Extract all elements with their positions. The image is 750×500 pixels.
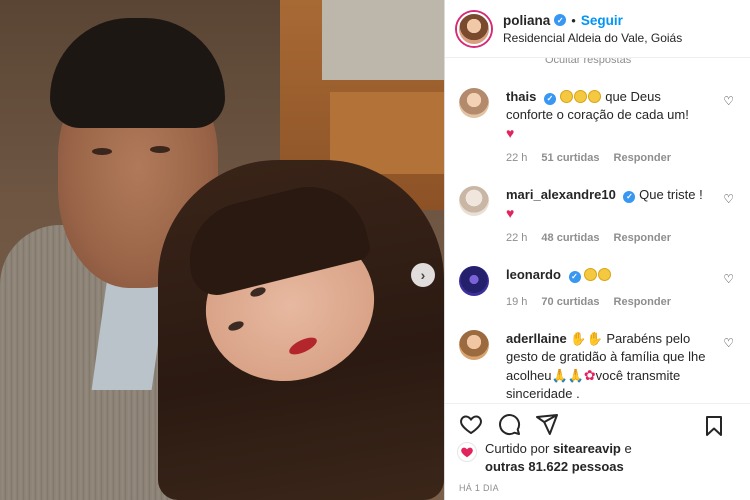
liker-username[interactable]: siteareavip bbox=[553, 441, 621, 456]
comment-username[interactable]: aderllaine bbox=[506, 331, 567, 346]
verified-icon: ✓ bbox=[543, 93, 556, 105]
chevron-right-icon: › bbox=[420, 267, 426, 283]
sad-face-emoji bbox=[598, 268, 612, 281]
comment-avatar[interactable] bbox=[459, 186, 489, 216]
comment-time: 19 h bbox=[506, 296, 528, 308]
comment-item: leonardo ✓ ♡ 19 h 70 curtidas Responder bbox=[459, 266, 744, 316]
likes-prefix: Curtido por bbox=[485, 441, 550, 456]
heart-icon[interactable] bbox=[457, 410, 485, 438]
author-avatar[interactable] bbox=[457, 11, 491, 46]
post-side-panel: poliana ✓ • Seguir Residencial Aldeia do… bbox=[445, 0, 750, 500]
bookmark-icon[interactable] bbox=[700, 412, 728, 440]
comment-meta: 22 h 51 curtidas Responder bbox=[506, 152, 671, 164]
comments-list[interactable]: Ocultar respostas thais ✓ que Deus confo… bbox=[445, 58, 750, 403]
comment-body: thais ✓ que Deus conforte o coração de c… bbox=[506, 88, 711, 143]
sad-face-emoji bbox=[559, 90, 573, 103]
comment-item: thais ✓ que Deus conforte o coração de c… bbox=[459, 88, 744, 168]
comment-avatar[interactable] bbox=[459, 88, 489, 118]
heart-icon[interactable]: ♡ bbox=[723, 192, 734, 206]
broken-heart-emoji: ♥ bbox=[506, 205, 515, 221]
reply-button[interactable]: Responder bbox=[614, 152, 671, 164]
heart-badge-icon bbox=[461, 447, 473, 458]
sad-face-emoji bbox=[587, 90, 601, 103]
comment-avatar[interactable] bbox=[459, 266, 489, 296]
comment-likes[interactable]: 70 curtidas bbox=[541, 296, 599, 308]
header-text: poliana ✓ • Seguir Residencial Aldeia do… bbox=[503, 13, 682, 45]
reply-button[interactable]: Responder bbox=[614, 296, 671, 308]
verified-icon: ✓ bbox=[568, 271, 581, 283]
hide-replies-link[interactable]: Ocultar respostas bbox=[545, 58, 631, 66]
comment-avatar[interactable] bbox=[459, 330, 489, 360]
comment-meta: 19 h 70 curtidas Responder bbox=[506, 296, 671, 308]
comment-body: aderllaine ✋✋ Parabéns pelo gesto de gra… bbox=[506, 330, 711, 403]
comment-likes[interactable]: 51 curtidas bbox=[541, 152, 599, 164]
red-heart-emoji: ♥ bbox=[506, 125, 515, 141]
photo-cabinet-panel bbox=[322, 0, 444, 80]
author-username[interactable]: poliana bbox=[503, 13, 550, 28]
comment-time: 22 h bbox=[506, 232, 528, 244]
reply-button[interactable]: Responder bbox=[614, 232, 671, 244]
separator-dot: • bbox=[571, 12, 576, 28]
share-icon[interactable] bbox=[533, 410, 561, 438]
post-time-ago[interactable]: HÁ 1 DIA bbox=[459, 483, 499, 493]
likes-summary: Curtido por siteareavip e outras 81.622 … bbox=[457, 440, 747, 476]
heart-icon[interactable]: ♡ bbox=[723, 94, 734, 108]
post-photo[interactable] bbox=[0, 0, 444, 500]
photo-man-eye bbox=[150, 146, 170, 153]
sad-face-emoji bbox=[573, 90, 587, 103]
comment-time: 22 h bbox=[506, 152, 528, 164]
action-bar bbox=[445, 403, 750, 443]
likes-text: Curtido por siteareavip e outras 81.622 … bbox=[485, 440, 632, 476]
comment-item: mari_alexandre10 ✓ Que triste ! ♥ ♡ 22 h… bbox=[459, 186, 744, 246]
photo-man-eye bbox=[92, 148, 112, 155]
comment-meta: 22 h 48 curtidas Responder bbox=[506, 232, 671, 244]
comment-username[interactable]: mari_alexandre10 bbox=[506, 187, 616, 202]
comment-item: aderllaine ✋✋ Parabéns pelo gesto de gra… bbox=[459, 330, 744, 403]
sad-face-emoji bbox=[584, 268, 598, 281]
praying-hands-emoji: 🙏🙏 bbox=[551, 368, 584, 383]
comment-icon[interactable] bbox=[495, 410, 523, 438]
comment-body: leonardo ✓ bbox=[506, 266, 711, 284]
likes-conjunction: e bbox=[624, 441, 632, 456]
comment-username[interactable]: leonardo bbox=[506, 267, 561, 282]
header-line: poliana ✓ • Seguir bbox=[503, 13, 682, 28]
post-header: poliana ✓ • Seguir Residencial Aldeia do… bbox=[445, 0, 750, 58]
comment-body: mari_alexandre10 ✓ Que triste ! ♥ bbox=[506, 186, 711, 223]
post-location[interactable]: Residencial Aldeia do Vale, Goiás bbox=[503, 31, 682, 45]
comment-likes[interactable]: 48 curtidas bbox=[541, 232, 599, 244]
follow-button[interactable]: Seguir bbox=[581, 13, 623, 28]
next-photo-button[interactable]: › bbox=[411, 263, 435, 287]
verified-icon: ✓ bbox=[623, 191, 636, 203]
tulip-emoji: ✿ bbox=[583, 367, 596, 383]
heart-icon[interactable]: ♡ bbox=[723, 336, 734, 350]
comment-text: Que triste ! bbox=[639, 187, 703, 202]
liker-avatar[interactable] bbox=[457, 442, 477, 462]
verified-icon: ✓ bbox=[554, 14, 567, 26]
heart-icon[interactable]: ♡ bbox=[723, 272, 734, 286]
likes-count[interactable]: outras 81.622 pessoas bbox=[485, 459, 624, 474]
comment-username[interactable]: thais bbox=[506, 89, 536, 104]
clapping-hands-emoji: ✋✋ bbox=[570, 331, 603, 346]
